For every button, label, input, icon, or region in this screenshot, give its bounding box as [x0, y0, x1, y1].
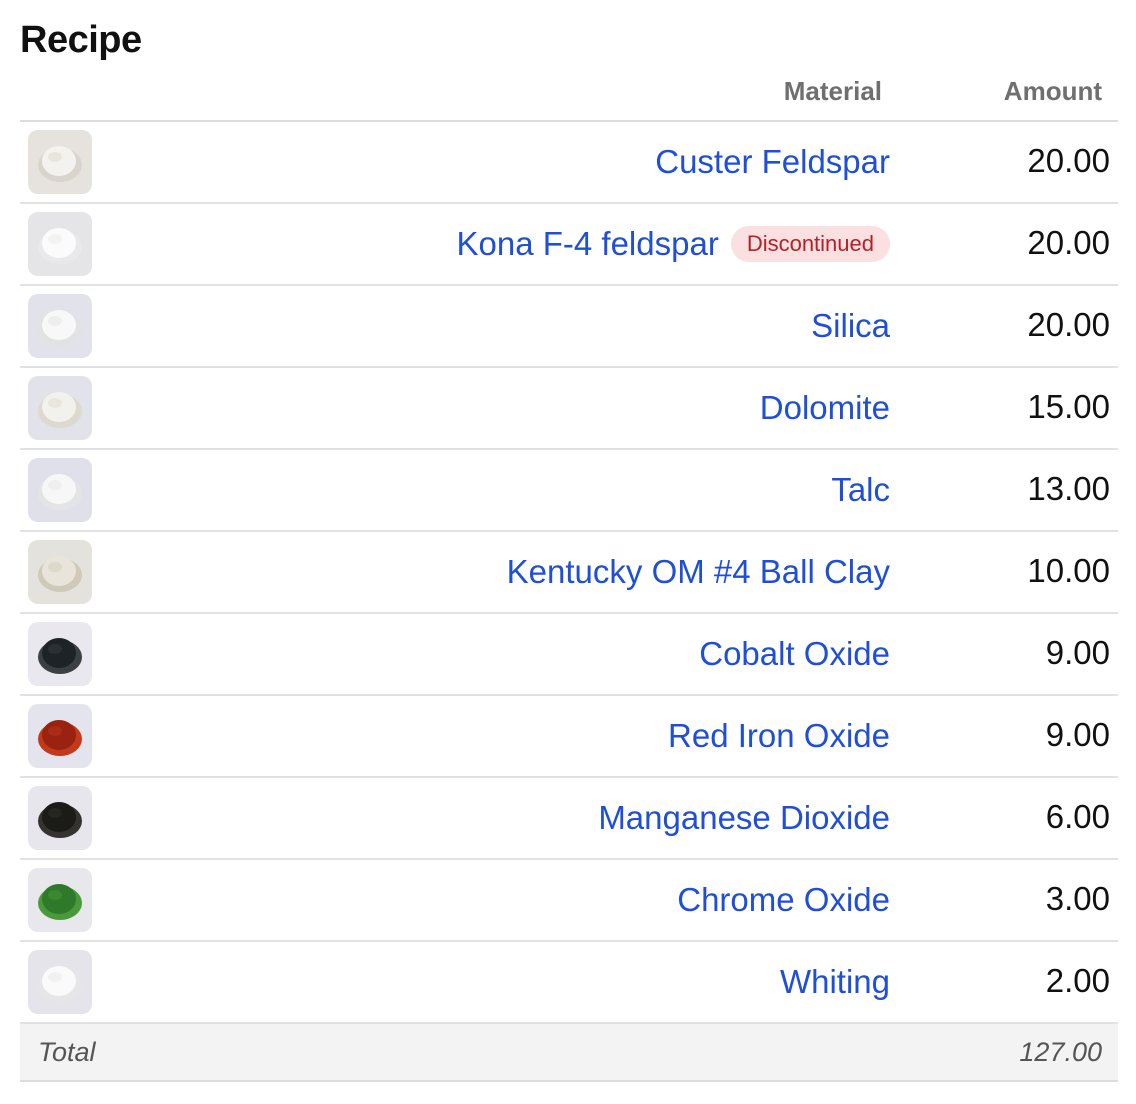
- material-cell: Cobalt Oxide: [699, 614, 890, 694]
- ball-clay-powder-icon[interactable]: [28, 540, 92, 604]
- material-link[interactable]: Kentucky OM #4 Ball Clay: [507, 553, 890, 591]
- table-row: Chrome Oxide 3.00: [20, 860, 1118, 942]
- material-link[interactable]: Cobalt Oxide: [699, 635, 890, 673]
- dolomite-powder-icon[interactable]: [28, 376, 92, 440]
- cobalt-oxide-powder-icon[interactable]: [28, 622, 92, 686]
- table-row: Talc 13.00: [20, 450, 1118, 532]
- amount-value: 20.00: [1027, 142, 1110, 179]
- material-column-header: Material: [783, 76, 882, 106]
- material-link[interactable]: Custer Feldspar: [655, 143, 890, 181]
- material-cell: Chrome Oxide: [677, 860, 890, 940]
- material-cell: Kentucky OM #4 Ball Clay: [507, 532, 890, 612]
- total-row: Total 127.00: [20, 1024, 1118, 1082]
- material-link[interactable]: Silica: [811, 307, 890, 345]
- table-row: Dolomite 15.00: [20, 368, 1118, 450]
- amount-value: 9.00: [1045, 634, 1110, 671]
- material-cell: Whiting: [780, 942, 890, 1022]
- total-value: 127.00: [1019, 1037, 1102, 1067]
- material-link[interactable]: Red Iron Oxide: [668, 717, 890, 755]
- whiting-powder-icon[interactable]: [28, 950, 92, 1014]
- amount-value: 10.00: [1027, 552, 1110, 589]
- amount-value: 3.00: [1045, 880, 1110, 917]
- material-cell: Custer Feldspar: [655, 122, 890, 202]
- material-link[interactable]: Chrome Oxide: [677, 881, 890, 919]
- table-row: Silica 20.00: [20, 286, 1118, 368]
- red-iron-oxide-powder-icon[interactable]: [28, 704, 92, 768]
- material-link[interactable]: Dolomite: [760, 389, 890, 427]
- table-header: Material Amount: [20, 66, 1118, 122]
- material-link[interactable]: Whiting: [780, 963, 890, 1001]
- amount-value: 9.00: [1045, 716, 1110, 753]
- table-row: Manganese Dioxide 6.00: [20, 778, 1118, 860]
- table-row: Kona F-4 feldspar Discontinued 20.00: [20, 204, 1118, 286]
- amount-value: 20.00: [1027, 224, 1110, 261]
- silica-powder-icon[interactable]: [28, 294, 92, 358]
- material-cell: Manganese Dioxide: [598, 778, 890, 858]
- material-cell: Dolomite: [760, 368, 890, 448]
- kona-f4-feldspar-powder-icon[interactable]: [28, 212, 92, 276]
- table-row: Custer Feldspar 20.00: [20, 122, 1118, 204]
- amount-value: 15.00: [1027, 388, 1110, 425]
- material-link[interactable]: Talc: [831, 471, 890, 509]
- table-row: Cobalt Oxide 9.00: [20, 614, 1118, 696]
- total-label: Total: [38, 1037, 96, 1067]
- chrome-oxide-powder-icon[interactable]: [28, 868, 92, 932]
- talc-powder-icon[interactable]: [28, 458, 92, 522]
- table-body: Custer Feldspar 20.00 Kona F-4 feldspar Dis…: [20, 122, 1118, 1024]
- material-cell: Kona F-4 feldspar Discontinued: [457, 204, 890, 284]
- material-link[interactable]: Kona F-4 feldspar: [457, 225, 719, 263]
- amount-value: 6.00: [1045, 798, 1110, 835]
- table-row: Red Iron Oxide 9.00: [20, 696, 1118, 778]
- table-row: Kentucky OM #4 Ball Clay 10.00: [20, 532, 1118, 614]
- material-cell: Talc: [831, 450, 890, 530]
- page-title: Recipe: [20, 19, 142, 61]
- amount-value: 2.00: [1045, 962, 1110, 999]
- custer-feldspar-powder-icon[interactable]: [28, 130, 92, 194]
- amount-value: 20.00: [1027, 306, 1110, 343]
- manganese-dioxide-powder-icon[interactable]: [28, 786, 92, 850]
- material-link[interactable]: Manganese Dioxide: [598, 799, 890, 837]
- recipe-table: Material Amount Custer Feldspar 20.00 Kona…: [20, 66, 1118, 1082]
- amount-value: 13.00: [1027, 470, 1110, 507]
- discontinued-badge: Discontinued: [730, 226, 890, 262]
- material-cell: Red Iron Oxide: [668, 696, 890, 776]
- amount-column-header: Amount: [1003, 76, 1102, 106]
- table-row: Whiting 2.00: [20, 942, 1118, 1024]
- material-cell: Silica: [811, 286, 890, 366]
